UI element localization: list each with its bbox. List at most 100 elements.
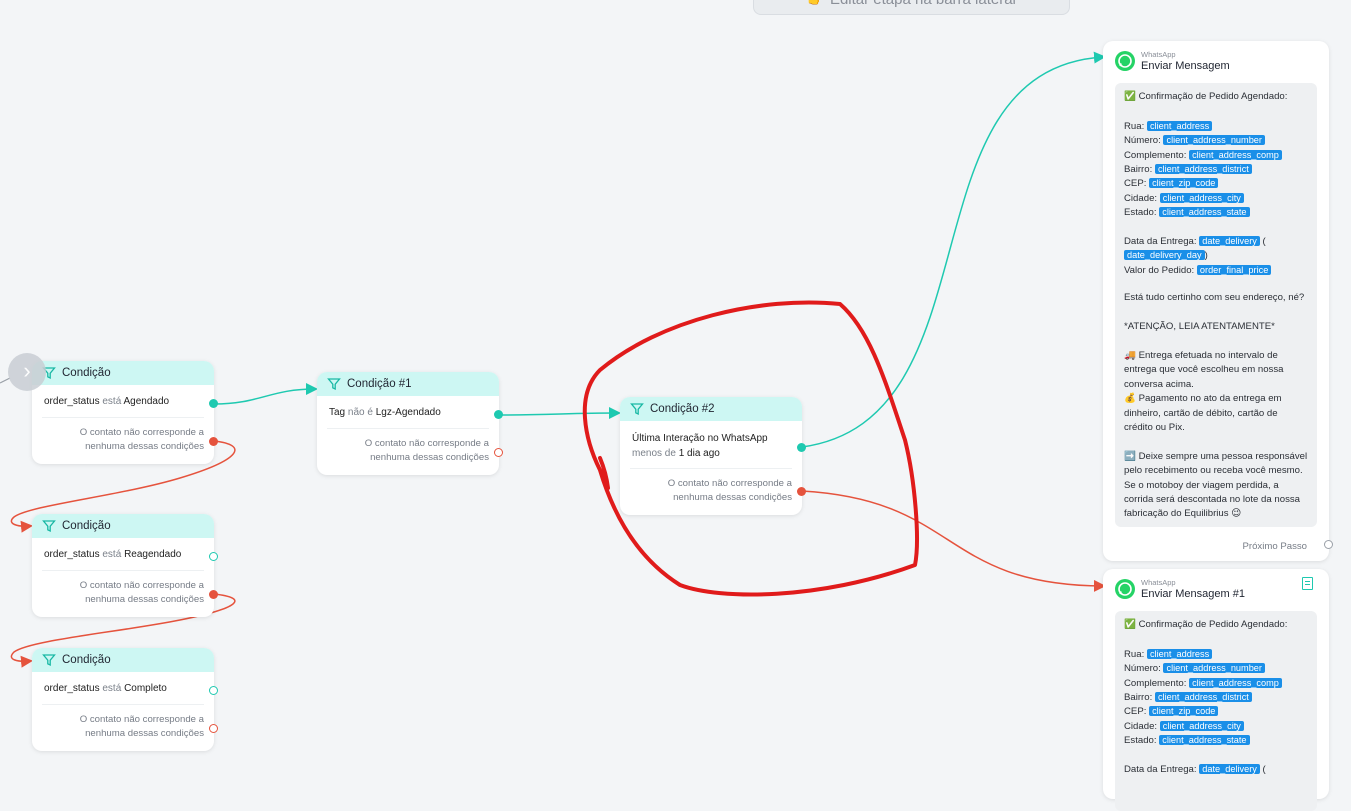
edit-step-hint: 👉 Editar etapa na barra lateral (753, 0, 1070, 15)
else-port[interactable] (209, 724, 218, 733)
message-line: Cidade: client_address_city (1124, 191, 1308, 205)
variable-chip: client_zip_code (1149, 178, 1219, 189)
rule-operator: está (102, 683, 122, 694)
rule-operator: está (102, 549, 122, 560)
variable-chip: client_address_state (1159, 735, 1250, 746)
message-line: Rua: client_address (1124, 647, 1308, 661)
rule-field: order_status (44, 396, 100, 407)
message-line: ➡️ Deixe sempre uma pessoa responsável (1124, 450, 1308, 462)
message-line: date_delivery_day) (1124, 248, 1308, 262)
rule-value: Completo (124, 683, 167, 694)
rule-operator: menos de (632, 447, 676, 459)
match-port[interactable] (494, 410, 503, 419)
variable-chip: date_delivery_day (1124, 250, 1205, 261)
whatsapp-send-message-node-1[interactable]: WhatsApp Enviar Mensagem #1 ✅ Confirmaçã… (1103, 569, 1329, 811)
variable-chip: date_delivery (1199, 763, 1260, 774)
condition-rule: order_status está Completo (32, 672, 214, 705)
condition-node-reagendado[interactable]: Condição order_status está Reagendado O … (32, 514, 218, 617)
node-header: Condição (32, 514, 214, 538)
filter-icon (630, 403, 644, 416)
edge-cond2-else-to-wa2 (801, 490, 1106, 592)
rule-operator: não é (347, 407, 373, 418)
message-line: crédito ou Pix. (1124, 421, 1185, 433)
condition-rule: order_status está Agendado (32, 385, 214, 418)
message-preview: ✅ Confirmação de Pedido Agendado: Rua: c… (1115, 611, 1317, 811)
else-branch-label: O contato não corresponde a nenhuma dess… (79, 714, 204, 739)
whatsapp-send-message-node[interactable]: WhatsApp Enviar Mensagem ✅ Confirmação d… (1103, 41, 1333, 561)
message-line: Valor do Pedido: order_final_price (1124, 263, 1308, 277)
condition-rule: Última Interação no WhatsApp menos de 1 … (620, 421, 802, 469)
condition-rule: Tag não é Lgz-Agendado (317, 396, 499, 429)
filter-icon (42, 654, 56, 667)
message-line: corrida será descontada no lote da nossa (1124, 493, 1300, 505)
rule-value: Lgz-Agendado (375, 407, 441, 418)
edge-cond-to-cond1 (213, 383, 318, 405)
message-line: ✅ Confirmação de Pedido Agendado: (1124, 91, 1288, 102)
else-port[interactable] (209, 590, 218, 599)
condition-node-completo[interactable]: Condição order_status está Completo O co… (32, 648, 218, 751)
message-line: Está tudo certinho com seu endereço, né? (1124, 292, 1305, 304)
match-port[interactable] (797, 443, 806, 452)
message-line: Estado: client_address_state (1124, 733, 1308, 747)
match-port[interactable] (209, 686, 218, 695)
node-title: Condição (62, 520, 111, 532)
node-header: WhatsApp Enviar Mensagem (1103, 41, 1329, 79)
message-line: Complemento: client_address_comp (1124, 676, 1308, 690)
channel-label: WhatsApp (1141, 50, 1176, 59)
rule-operator: está (102, 396, 122, 407)
node-title: Condição (62, 654, 111, 666)
node-title: Condição #2 (650, 403, 715, 415)
message-line: Bairro: client_address_district (1124, 690, 1308, 704)
match-port[interactable] (209, 552, 218, 561)
rule-field: Tag (329, 407, 346, 418)
edge-cond1-to-cond2 (498, 407, 621, 420)
condition-rule: order_status está Reagendado (32, 538, 214, 571)
variable-chip: client_address_city (1159, 720, 1244, 731)
else-branch-label: O contato não corresponde a nenhuma dess… (667, 478, 792, 503)
node-header: Condição #2 (620, 397, 802, 421)
filter-icon (327, 378, 341, 391)
message-line: dinheiro, cartão de débito, cartão de (1124, 407, 1278, 419)
node-header: Condição (32, 648, 214, 672)
rule-value: 1 dia ago (678, 447, 720, 459)
message-line: Cidade: client_address_city (1124, 719, 1308, 733)
next-step-port[interactable] (1324, 540, 1333, 549)
variable-chip: client_address (1146, 648, 1213, 659)
node-title: Condição #1 (347, 378, 412, 390)
match-port[interactable] (209, 399, 218, 408)
channel-label: WhatsApp (1141, 578, 1176, 587)
condition-node-1[interactable]: Condição #1 Tag não é Lgz-Agendado O con… (317, 372, 503, 475)
variable-chip: client_address_comp (1189, 149, 1282, 160)
message-line: ✅ Confirmação de Pedido Agendado: (1124, 619, 1288, 630)
variable-chip: client_address_city (1159, 192, 1244, 203)
message-line: Se o motoboy der viagem perdida, a (1124, 479, 1279, 491)
notes-icon[interactable] (1302, 577, 1313, 590)
else-port[interactable] (494, 448, 503, 457)
else-port[interactable] (209, 437, 218, 446)
message-line: Rua: client_address (1124, 119, 1308, 133)
message-line: Data da Entrega: date_delivery ( (1124, 763, 1266, 775)
whatsapp-icon (1115, 51, 1135, 71)
message-line: Bairro: client_address_district (1124, 162, 1308, 176)
chevron-right-icon[interactable]: › (8, 353, 46, 391)
message-line: Número: client_address_number (1124, 661, 1308, 675)
variable-chip: client_zip_code (1149, 706, 1219, 717)
message-line: Complemento: client_address_comp (1124, 148, 1308, 162)
node-title: Enviar Mensagem #1 (1141, 588, 1245, 600)
message-line: Número: client_address_number (1124, 133, 1308, 147)
condition-node-agendado[interactable]: Condição order_status está Agendado O co… (32, 361, 218, 464)
message-line: entrega que você escolheu em nossa (1124, 364, 1284, 376)
rule-value: Reagendado (124, 549, 182, 560)
variable-chip: client_address_district (1154, 163, 1252, 174)
else-port[interactable] (797, 487, 806, 496)
rule-field: order_status (44, 549, 100, 560)
variable-chip: client_address_number (1163, 663, 1265, 674)
node-header: Condição #1 (317, 372, 499, 396)
node-header: WhatsApp Enviar Mensagem #1 (1103, 569, 1329, 607)
condition-node-2[interactable]: Condição #2 Última Interação no WhatsApp… (620, 397, 806, 515)
message-line: conversa acima. (1124, 378, 1194, 390)
variable-chip: client_address (1146, 120, 1213, 131)
node-header: Condição (32, 361, 214, 385)
rule-field: Última Interação no WhatsApp (632, 433, 768, 444)
filter-icon (42, 520, 56, 533)
